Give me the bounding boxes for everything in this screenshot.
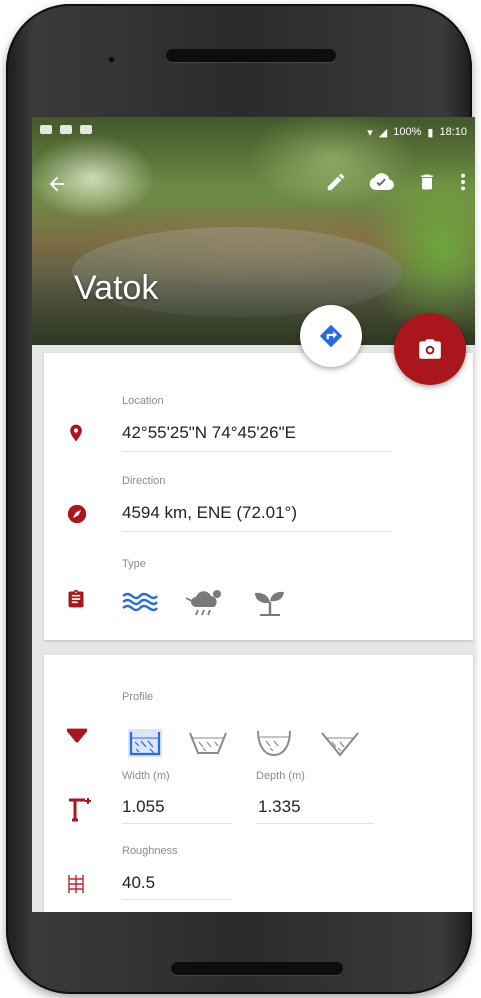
clock: 18:10 xyxy=(439,126,467,138)
profile-u-icon[interactable] xyxy=(254,728,294,758)
notification-icon xyxy=(60,125,72,134)
toolbar xyxy=(325,171,467,193)
back-arrow-icon[interactable] xyxy=(46,173,68,195)
signal-icon: ◢ xyxy=(378,126,388,139)
directions-icon xyxy=(320,325,342,347)
camera-icon xyxy=(419,339,441,359)
roughness-label: Roughness xyxy=(122,845,178,857)
roughness-icon xyxy=(68,875,84,893)
location-pin-icon xyxy=(70,424,82,442)
depth-input[interactable]: 1.335 xyxy=(258,797,301,817)
info-card: Location 42°55'25"N 74°45'26"E Direction… xyxy=(44,353,473,640)
direction-label: Direction xyxy=(122,475,166,487)
profile-selector xyxy=(128,728,360,758)
cloud-done-icon[interactable] xyxy=(369,171,395,193)
status-bar: ▾ ◢ 100% ▮ 18:10 xyxy=(40,123,467,141)
depth-label: Depth (m) xyxy=(256,770,305,782)
location-label: Location xyxy=(122,395,164,407)
app-screen: ▾ ◢ 100% ▮ 18:10 Vatok Location 42°55'25… xyxy=(32,117,475,912)
front-camera xyxy=(109,57,114,62)
type-selector xyxy=(122,587,288,617)
profile-triangle-icon[interactable] xyxy=(320,729,360,757)
direction-value: 4594 km, ENE (72.01°) xyxy=(122,503,297,522)
clipboard-icon xyxy=(68,589,84,608)
battery-level: 100% xyxy=(393,126,422,138)
compass-icon xyxy=(67,504,87,524)
bottom-speaker xyxy=(171,962,343,975)
plant-icon[interactable] xyxy=(252,587,288,617)
notification-icon xyxy=(40,125,52,134)
more-vert-icon[interactable] xyxy=(459,171,467,193)
camera-button[interactable] xyxy=(394,313,466,385)
width-input[interactable]: 1.055 xyxy=(122,797,165,817)
place-title: Vatok xyxy=(74,269,159,307)
type-label: Type xyxy=(122,558,146,570)
profile-trapezoid-icon[interactable] xyxy=(188,729,228,757)
notification-icon xyxy=(80,125,92,134)
profile-rectangle-icon[interactable] xyxy=(128,729,162,757)
river-waves-icon[interactable] xyxy=(122,591,158,613)
cloud-rain-icon[interactable] xyxy=(184,587,226,617)
channel-profile-icon xyxy=(66,728,88,743)
width-label: Width (m) xyxy=(122,770,170,782)
delete-trash-icon[interactable] xyxy=(417,171,437,193)
place-photo: ▾ ◢ 100% ▮ 18:10 Vatok xyxy=(32,117,475,345)
profile-label: Profile xyxy=(122,691,154,703)
roughness-input[interactable]: 40.5 xyxy=(122,873,155,893)
wifi-icon: ▾ xyxy=(367,126,373,139)
measure-icon xyxy=(69,798,91,822)
earpiece-speaker xyxy=(166,49,336,62)
location-value[interactable]: 42°55'25"N 74°45'26"E xyxy=(122,423,296,443)
navigate-button[interactable] xyxy=(300,305,362,367)
phone-frame: ▾ ◢ 100% ▮ 18:10 Vatok Location 42°55'25… xyxy=(6,4,475,994)
hydraulics-card: Profile Width (m) Depth (m) 1.055 1.335 … xyxy=(44,655,473,912)
battery-icon: ▮ xyxy=(427,126,434,139)
edit-pencil-icon[interactable] xyxy=(325,171,347,193)
